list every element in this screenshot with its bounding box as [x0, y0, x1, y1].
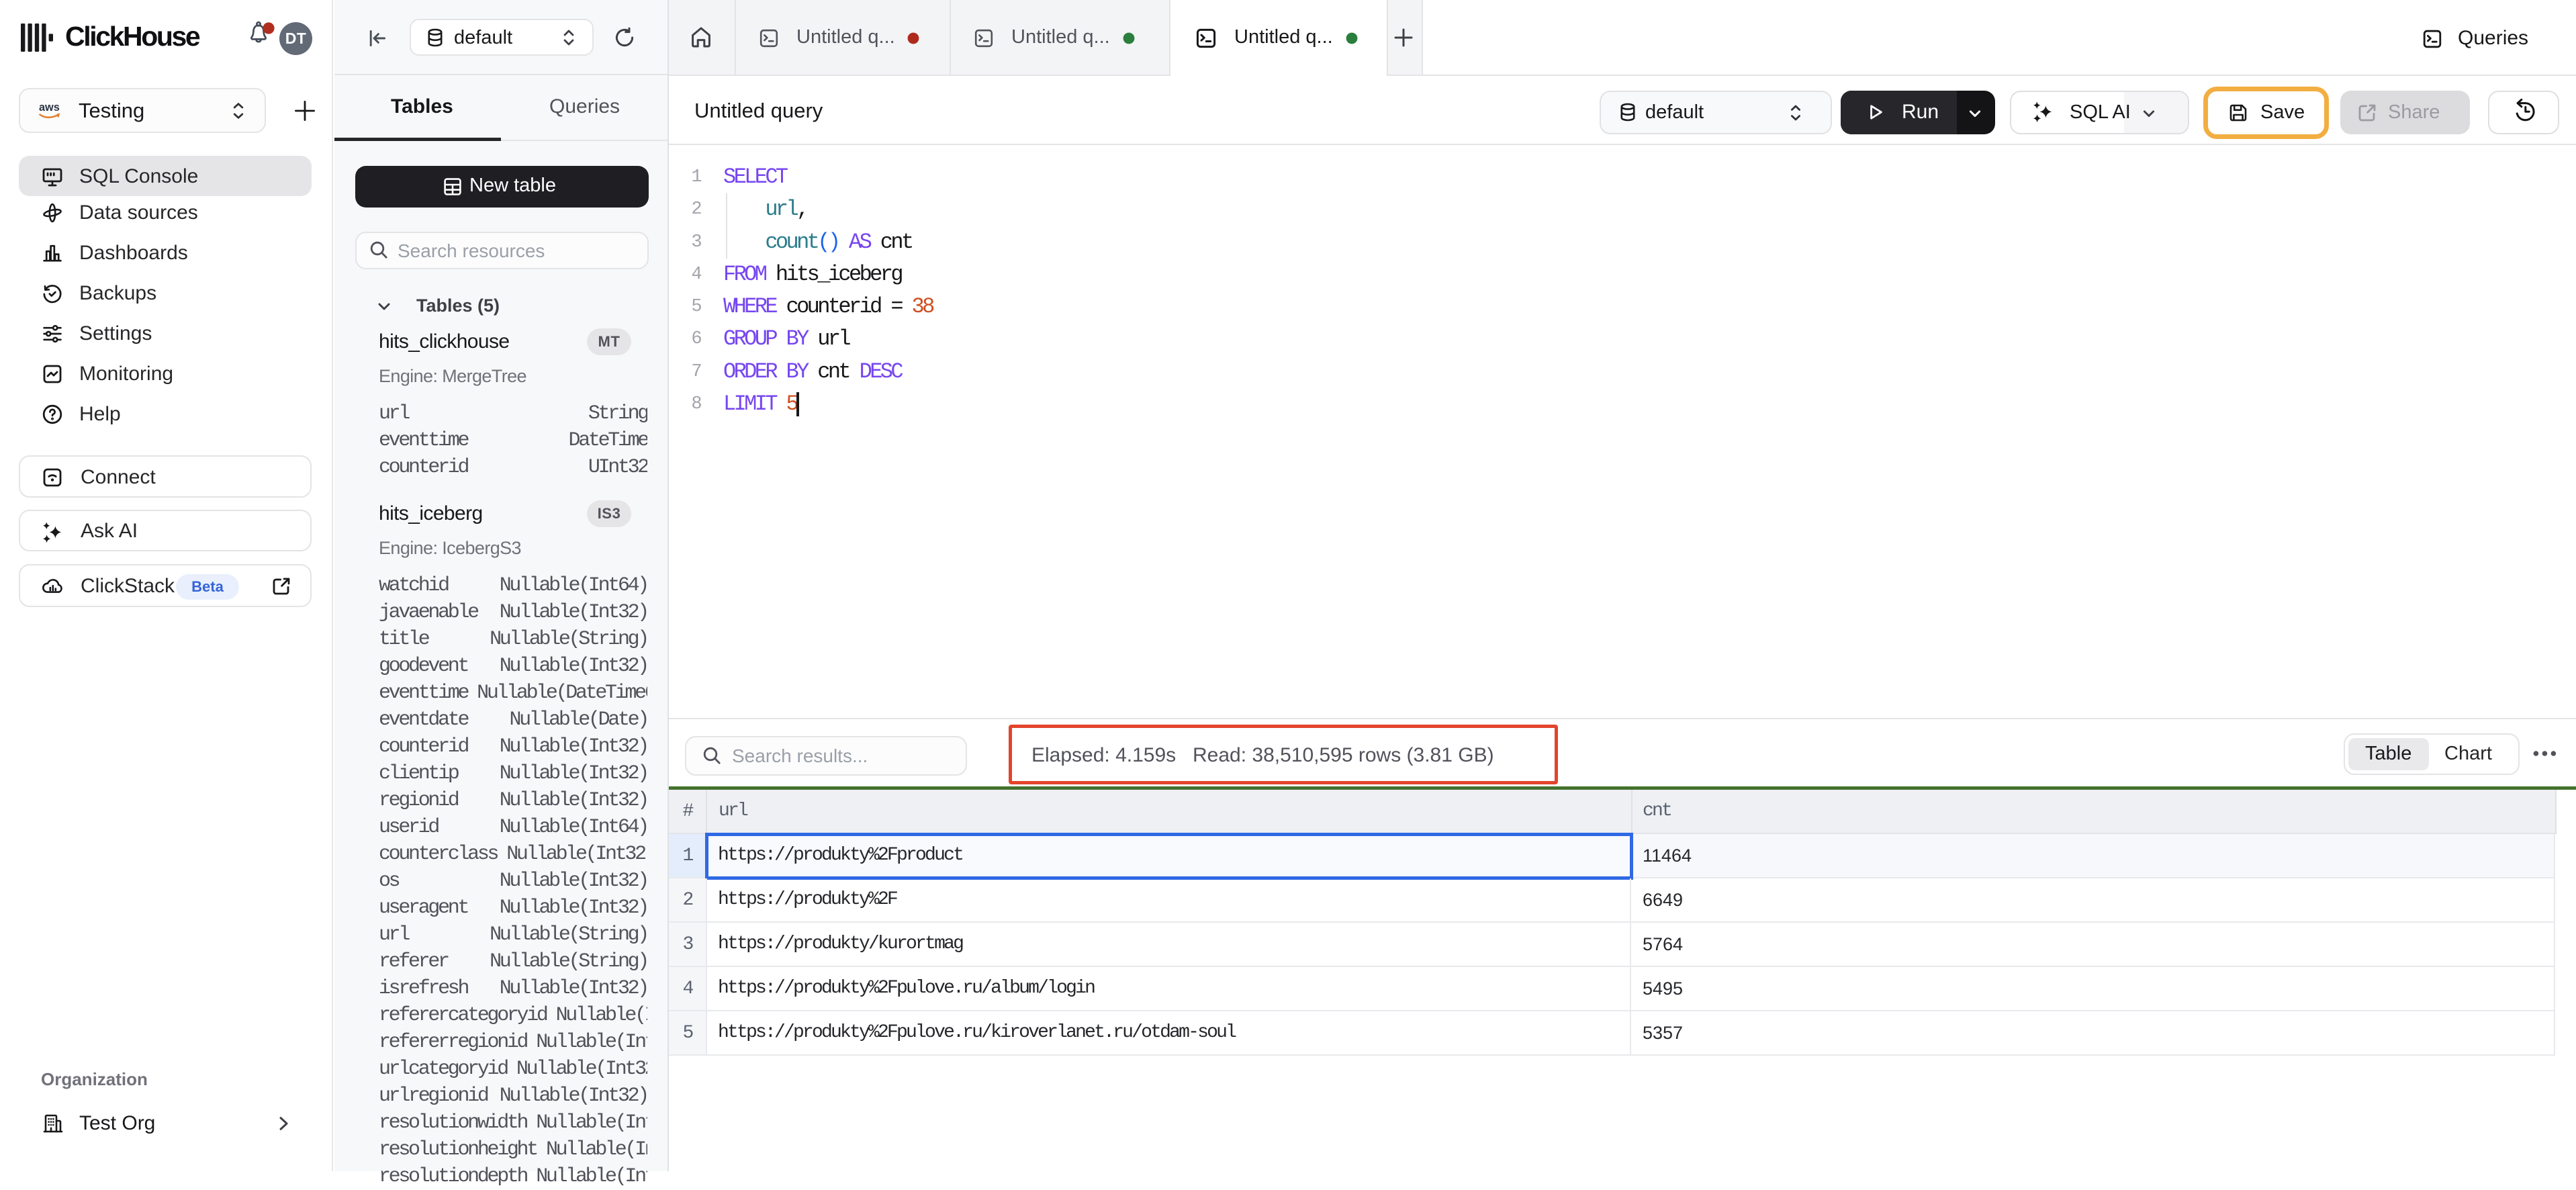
svg-text:aws: aws — [39, 101, 60, 113]
